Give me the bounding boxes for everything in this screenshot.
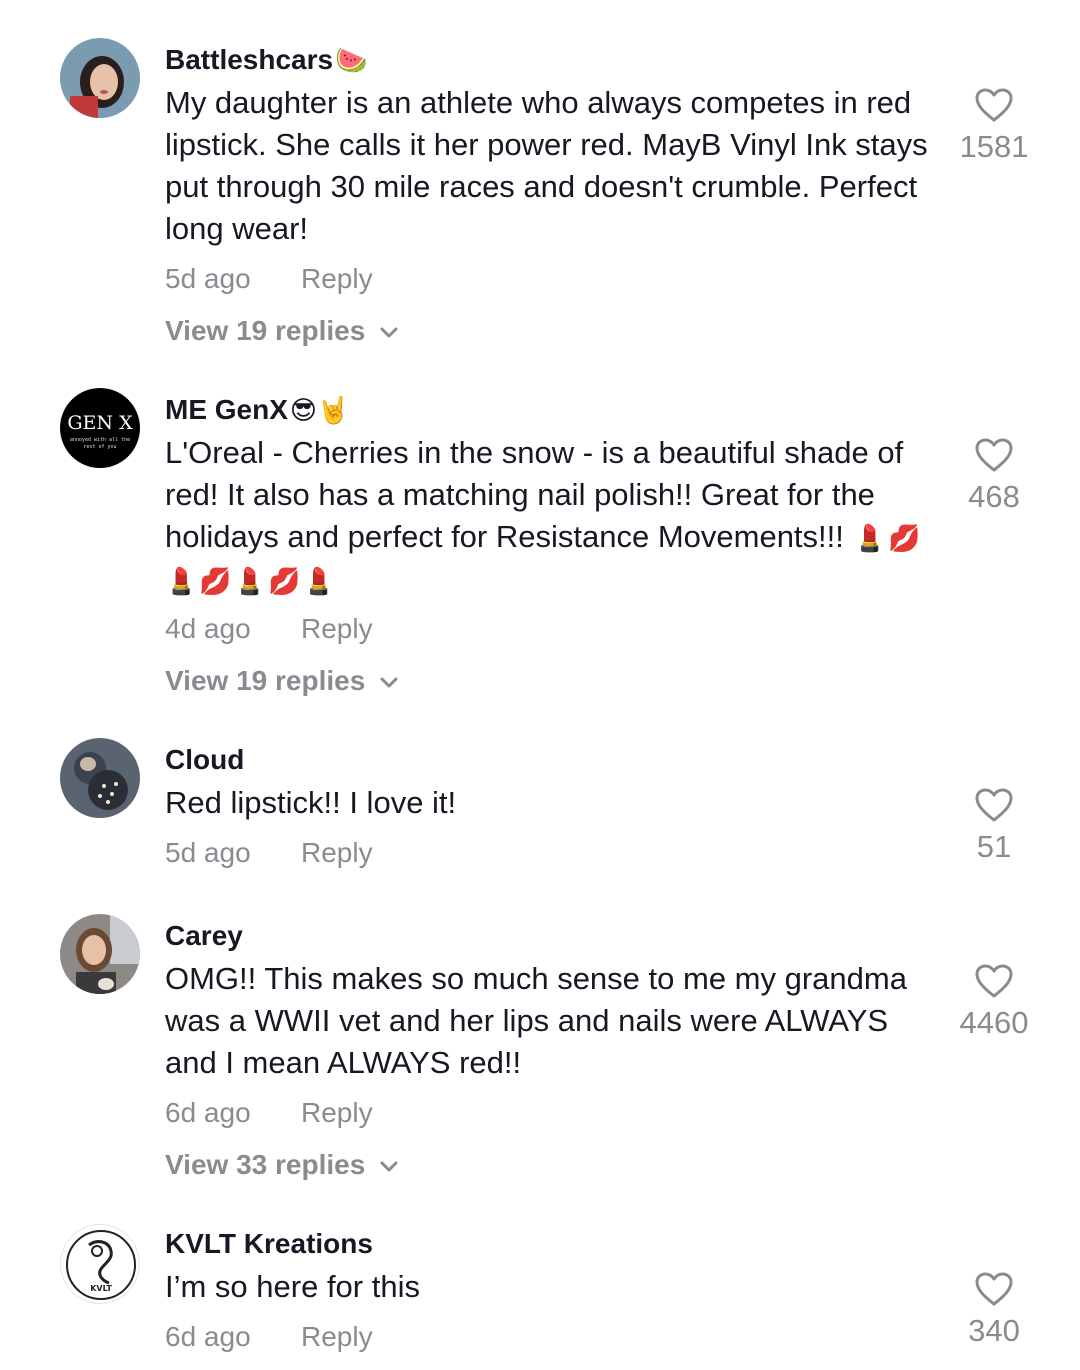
view-replies-button[interactable]: View 33 replies	[165, 1149, 399, 1181]
svg-text:rest of you: rest of you	[83, 444, 116, 450]
comment-text: Red lipstick!! I love it!	[165, 785, 457, 820]
comment-meta: 4d ago Reply	[165, 613, 373, 645]
reply-button[interactable]: Reply	[301, 613, 373, 645]
reply-button[interactable]: Reply	[301, 837, 373, 869]
avatar[interactable]	[60, 38, 140, 118]
avatar[interactable]	[60, 914, 140, 994]
comment-meta: 5d ago Reply	[165, 837, 373, 869]
like-button[interactable]: 51	[934, 788, 1054, 864]
comment-text: L'Oreal - Cherries in the snow - is a be…	[165, 435, 923, 596]
woman-portrait-avatar	[60, 38, 140, 118]
like-count: 51	[976, 829, 1012, 864]
like-count: 1581	[959, 129, 1029, 164]
avatar[interactable]: KVLT	[60, 1224, 140, 1304]
heart-icon	[975, 438, 1013, 472]
genx-logo-avatar: GEN X annoyed with all the rest of you	[60, 388, 140, 468]
like-button[interactable]: 1581	[934, 88, 1054, 164]
chevron-down-icon	[380, 327, 398, 338]
comment-timestamp: 4d ago	[165, 613, 251, 644]
svg-text:KVLT: KVLT	[90, 1284, 112, 1293]
comment-timestamp: 5d ago	[165, 837, 251, 868]
heart-icon	[975, 88, 1013, 122]
comment-timestamp: 6d ago	[165, 1321, 251, 1352]
heart-icon	[975, 788, 1013, 822]
like-button[interactable]: 4460	[934, 964, 1054, 1040]
comment-meta: 6d ago Reply	[165, 1097, 373, 1129]
comment-timestamp: 6d ago	[165, 1097, 251, 1128]
avatar[interactable]: GEN X annoyed with all the rest of you	[60, 388, 140, 468]
sunglasses-rock-emoji: 😎🤘	[289, 394, 350, 425]
comment-timestamp: 5d ago	[165, 263, 251, 294]
comment-meta: 5d ago Reply	[165, 263, 373, 295]
svg-text:annoyed with all the: annoyed with all the	[70, 437, 130, 443]
watermelon-emoji: 🍉	[335, 44, 368, 75]
comment-username[interactable]: Battleshcars 🍉	[165, 44, 367, 76]
comment-username[interactable]: ME GenX 😎🤘	[165, 394, 349, 426]
view-replies-button[interactable]: View 19 replies	[165, 315, 399, 347]
comment-text: OMG!! This makes so much sense to me my …	[165, 961, 907, 1080]
like-count: 468	[968, 479, 1020, 514]
reply-button[interactable]: Reply	[301, 1097, 373, 1129]
comment-username[interactable]: Carey	[165, 920, 243, 952]
like-button[interactable]: 340	[934, 1272, 1054, 1348]
woman-selfie-avatar	[60, 914, 140, 994]
reply-button[interactable]: Reply	[301, 1321, 373, 1353]
view-replies-button[interactable]: View 19 replies	[165, 665, 399, 697]
chevron-down-icon	[380, 1161, 398, 1172]
comment-username[interactable]: Cloud	[165, 744, 244, 776]
avatar[interactable]	[60, 738, 140, 818]
comment-text: I’m so here for this	[165, 1269, 420, 1304]
heart-icon	[975, 1272, 1013, 1306]
chevron-down-icon	[380, 677, 398, 688]
like-count: 340	[968, 1313, 1020, 1348]
like-count: 4460	[959, 1005, 1029, 1040]
comment-username[interactable]: KVLT Kreations	[165, 1228, 373, 1260]
svg-text:GEN X: GEN X	[67, 412, 133, 434]
kvlt-logo-avatar: KVLT	[61, 1225, 139, 1303]
fantasy-art-avatar	[60, 738, 140, 818]
like-button[interactable]: 468	[934, 438, 1054, 514]
comment-meta: 6d ago Reply	[165, 1321, 373, 1353]
reply-button[interactable]: Reply	[301, 263, 373, 295]
comment-text: My daughter is an athlete who always com…	[165, 85, 928, 246]
heart-icon	[975, 964, 1013, 998]
